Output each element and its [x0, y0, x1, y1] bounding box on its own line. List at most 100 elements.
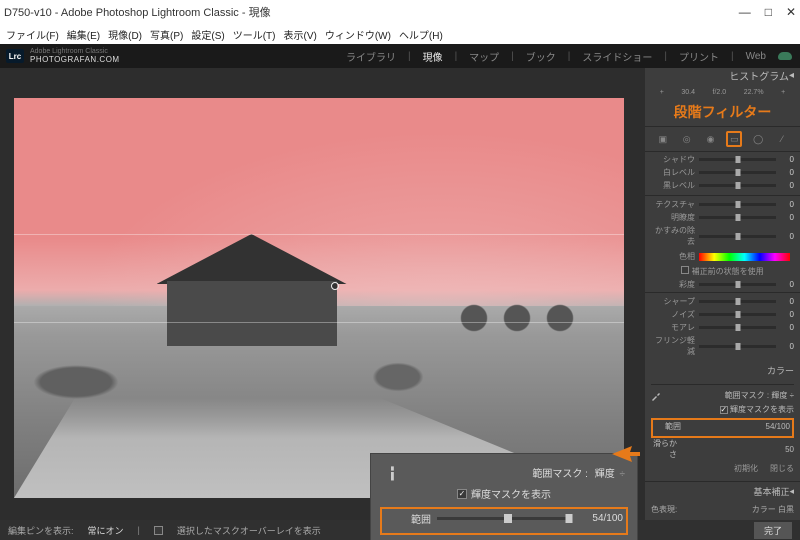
redeye-tool-icon[interactable]: ◉ — [703, 131, 719, 147]
subject-house — [167, 236, 367, 346]
menu-edit[interactable]: 編集(E) — [67, 27, 100, 42]
sys-buttons: — □ ✕ — [739, 5, 796, 19]
brand-line1: Adobe Lightroom Classic — [30, 48, 120, 55]
tone-sliders: シャドウ0 白レベル0 黒レベル0 — [645, 152, 800, 195]
show-mask-checkbox[interactable]: ✓ — [457, 489, 467, 499]
eyedropper-icon[interactable] — [651, 389, 663, 401]
mod-map[interactable]: マップ — [465, 46, 503, 67]
overlay-checkbox[interactable] — [154, 526, 163, 535]
mod-book[interactable]: ブック — [522, 46, 560, 67]
gradient-line-top[interactable] — [14, 234, 624, 235]
menu-window[interactable]: ウィンドウ(W) — [325, 27, 391, 42]
menu-view[interactable]: 表示(V) — [283, 27, 316, 42]
spot-tool-icon[interactable]: ◎ — [679, 131, 695, 147]
hue-label: 色相 — [651, 251, 695, 262]
dehaze-slider[interactable] — [699, 235, 776, 238]
mod-develop[interactable]: 現像 — [419, 46, 447, 67]
basic-header[interactable]: 基本補正 ◂ — [645, 481, 800, 501]
eyedropper-icon[interactable] — [380, 461, 403, 484]
radial-tool-icon[interactable]: ◯ — [750, 131, 766, 147]
noise-slider[interactable] — [699, 313, 776, 316]
menu-settings[interactable]: 設定(S) — [191, 27, 224, 42]
mask-close[interactable]: 閉じる — [770, 463, 794, 474]
blacks-slider[interactable] — [699, 184, 776, 187]
right-panel: ヒストグラム ◂ + 30.4 f/2.0 22.7% + 段階 — [645, 68, 800, 520]
popup-dropdown-icon[interactable]: ÷ — [620, 469, 626, 480]
mask-reset[interactable]: 初期化 — [734, 463, 758, 474]
brand-text: Adobe Lightroom Classic PHOTOGRAFAN.COM — [30, 48, 120, 64]
canvas-area: 範囲マスク : 輝度 ÷ ✓ 輝度マスクを表示 範囲 — [0, 68, 645, 520]
whites-label: 白レベル — [651, 167, 695, 178]
mini-range-highlight: 範囲54/100 — [651, 418, 794, 438]
cloud-sync-icon[interactable] — [778, 52, 792, 60]
menu-develop[interactable]: 現像(D) — [108, 27, 142, 42]
pins-select[interactable]: 常にオン — [88, 524, 124, 537]
moire-slider[interactable] — [699, 326, 776, 329]
sat-slider[interactable] — [699, 283, 776, 286]
local-tools: ▣ ◎ ◉ ▭ ◯ ⁄ — [645, 126, 800, 152]
mod-slideshow[interactable]: スライドショー — [578, 46, 656, 67]
sharp-label: シャープ — [651, 296, 695, 307]
annotation-gradient-filter: 段階フィルター — [645, 98, 800, 126]
range-slider[interactable] — [437, 517, 569, 520]
menu-photo[interactable]: 写真(P) — [150, 27, 183, 42]
gradient-tool-icon[interactable]: ▭ — [726, 131, 742, 147]
topbar: Lrc Adobe Lightroom Classic PHOTOGRAFAN.… — [0, 44, 800, 68]
lrc-badge: Lrc — [6, 49, 24, 63]
color-section-label: カラー — [645, 361, 800, 380]
range-highlight: 範囲 54/100 — [380, 507, 628, 535]
mod-print[interactable]: プリント — [675, 46, 723, 67]
module-picker: ライブラリ| 現像| マップ| ブック| スライドショー| プリント| Web — [342, 46, 800, 67]
shadow-slider[interactable] — [699, 158, 776, 161]
menu-tools[interactable]: ツール(T) — [233, 27, 276, 42]
show-mask-label: 輝度マスクを表示 — [471, 486, 551, 501]
brand: Lrc Adobe Lightroom Classic PHOTOGRAFAN.… — [0, 48, 120, 64]
popup-title-label: 範囲マスク : — [532, 469, 588, 480]
noise-label: ノイズ — [651, 309, 695, 320]
sharp-slider[interactable] — [699, 300, 776, 303]
range-mask-popup: 範囲マスク : 輝度 ÷ ✓ 輝度マスクを表示 範囲 — [370, 453, 638, 540]
gradient-line-bottom[interactable] — [14, 322, 624, 323]
shadow-label: シャドウ — [651, 154, 695, 165]
menubar: ファイル(F) 編集(E) 現像(D) 写真(P) 設定(S) ツール(T) 表… — [0, 24, 800, 44]
minimize-button[interactable]: — — [739, 5, 751, 19]
clarity-slider[interactable] — [699, 216, 776, 219]
texture-label: テクスチャ — [651, 199, 695, 210]
range-slider-label: 範囲 — [385, 511, 431, 526]
sat-label: 彩度 — [651, 279, 695, 290]
window-title: D750-v10 - Adobe Photoshop Lightroom Cla… — [4, 4, 271, 20]
mini-show-mask-checkbox[interactable]: ✓ — [720, 406, 728, 414]
mod-library[interactable]: ライブラリ — [342, 46, 400, 67]
menu-file[interactable]: ファイル(F) — [6, 27, 59, 42]
maximize-button[interactable]: □ — [765, 5, 772, 19]
histogram-header[interactable]: ヒストグラム ◂ — [645, 68, 800, 83]
dehaze-label: かすみの除去 — [651, 225, 695, 247]
histogram-readout: + 30.4 f/2.0 22.7% + — [645, 89, 800, 98]
photo-preview[interactable] — [14, 98, 624, 498]
overlay-label: 選択したマスクオーバーレイを表示 — [177, 524, 321, 537]
window: D750-v10 - Adobe Photoshop Lightroom Cla… — [0, 0, 800, 540]
brush-tool-icon[interactable]: ⁄ — [774, 131, 790, 147]
crop-tool-icon[interactable]: ▣ — [655, 131, 671, 147]
mod-web[interactable]: Web — [742, 48, 770, 65]
clarity-label: 明瞭度 — [651, 212, 695, 223]
texture-slider[interactable] — [699, 203, 776, 206]
moire-label: モアレ — [651, 322, 695, 333]
popup-title-value[interactable]: 輝度 — [595, 469, 615, 480]
blacks-label: 黒レベル — [651, 180, 695, 191]
close-button[interactable]: ✕ — [786, 5, 796, 19]
titlebar: D750-v10 - Adobe Photoshop Lightroom Cla… — [0, 0, 800, 24]
mask-type[interactable]: 輝度 — [771, 390, 787, 401]
treatment-options[interactable]: カラー 白黒 — [752, 504, 794, 515]
workspace: 範囲マスク : 輝度 ÷ ✓ 輝度マスクを表示 範囲 — [0, 68, 800, 520]
done-button[interactable]: 完了 — [754, 522, 792, 539]
menu-help[interactable]: ヘルプ(H) — [399, 27, 443, 42]
range-slider-value: 54/100 — [575, 513, 623, 524]
use-before-checkbox[interactable] — [681, 266, 689, 274]
whites-slider[interactable] — [699, 171, 776, 174]
fringe-slider[interactable] — [699, 345, 776, 348]
annotation-arrow-icon — [612, 444, 640, 464]
popup-title: 範囲マスク : 輝度 ÷ — [532, 465, 625, 480]
fringe-label: フリンジ軽減 — [651, 335, 695, 357]
hue-slider[interactable] — [699, 253, 790, 261]
